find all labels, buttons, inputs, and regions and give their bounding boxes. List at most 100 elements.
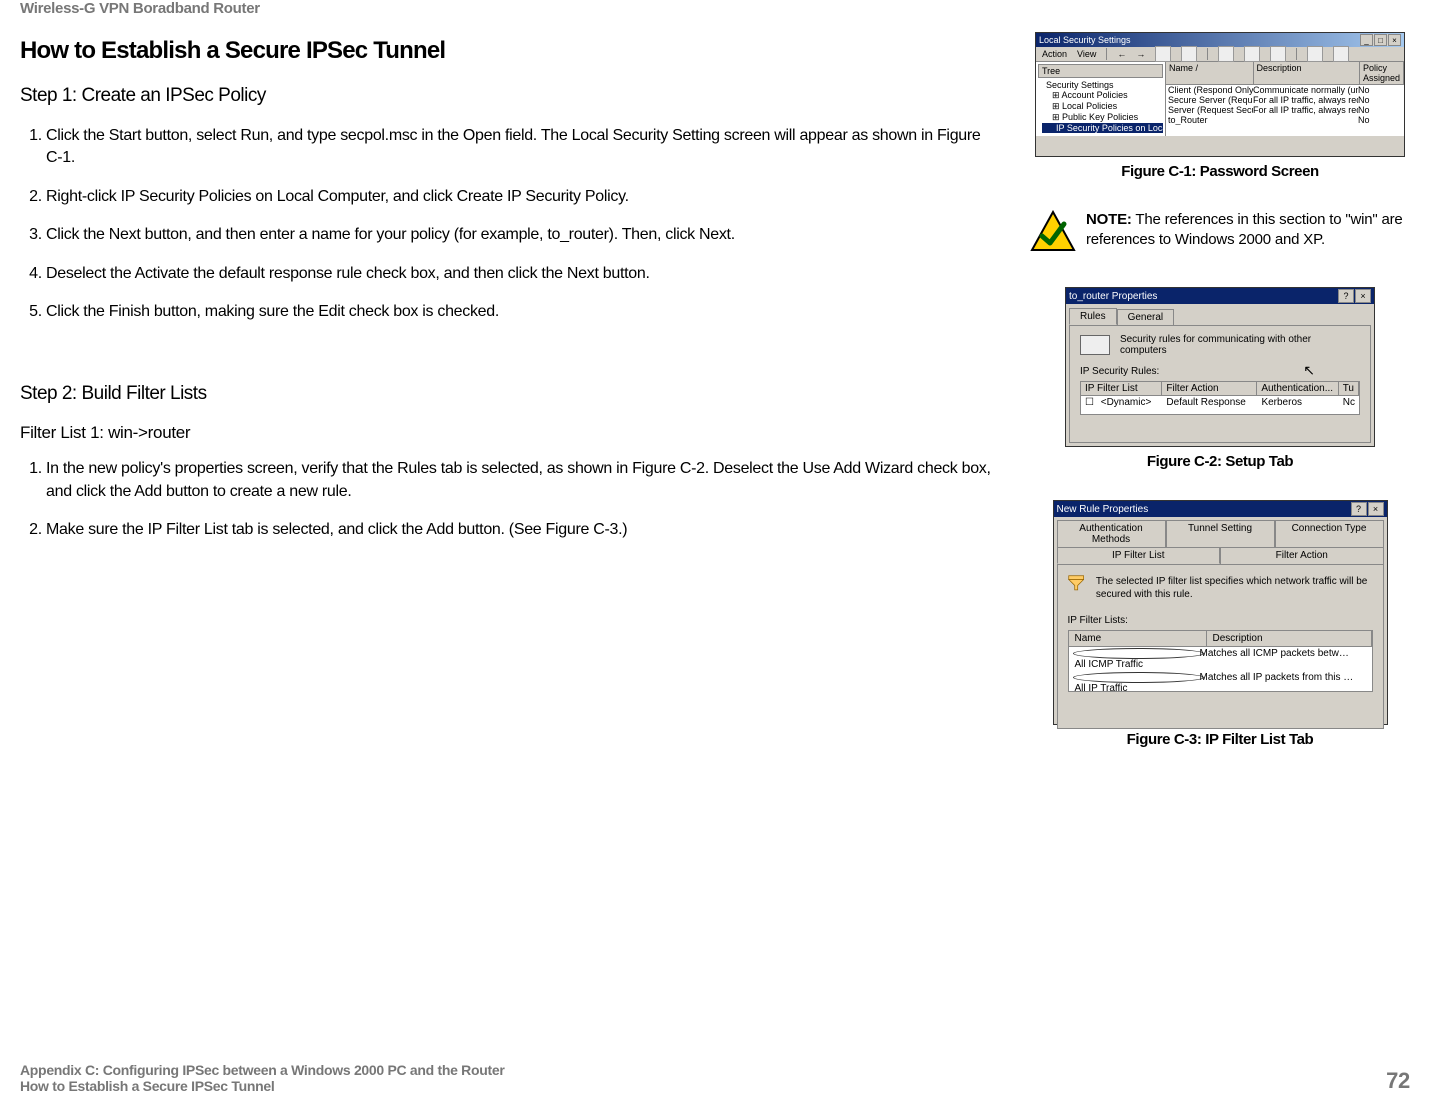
col-filter-action[interactable]: Filter Action bbox=[1162, 382, 1257, 395]
tab-auth-methods[interactable]: Authentication Methods bbox=[1057, 520, 1166, 547]
check-warning-icon bbox=[1030, 210, 1076, 257]
nav-back-icon[interactable]: ← bbox=[1117, 49, 1126, 59]
tab-ip-filter-list[interactable]: IP Filter List bbox=[1057, 547, 1221, 564]
radio-icon[interactable] bbox=[1073, 648, 1204, 659]
filter-icon bbox=[1068, 575, 1084, 597]
maximize-icon[interactable]: □ bbox=[1374, 34, 1387, 46]
radio-icon[interactable] bbox=[1073, 672, 1204, 683]
minimize-icon[interactable]: _ bbox=[1360, 34, 1373, 46]
tab-general[interactable]: General bbox=[1117, 309, 1175, 325]
right-column: Local Security Settings _ □ × Action Vie… bbox=[1030, 17, 1410, 1099]
col-desc[interactable]: Description bbox=[1254, 62, 1360, 84]
step2-subtitle: Filter List 1: win->router bbox=[20, 423, 1000, 443]
filter-table[interactable]: Name Description All ICMP Traffic Matche… bbox=[1068, 630, 1373, 692]
toolbar-icon[interactable] bbox=[1333, 46, 1349, 62]
step1-list: Click the Start button, select Run, and … bbox=[20, 125, 1000, 323]
toolbar-icon[interactable] bbox=[1218, 46, 1234, 62]
note-block: NOTE: The references in this section to … bbox=[1030, 210, 1410, 257]
tree-item[interactable]: Security Settings bbox=[1038, 80, 1163, 90]
tree-header: Tree bbox=[1038, 64, 1163, 78]
col-name[interactable]: Name / bbox=[1166, 62, 1254, 84]
tab-strip[interactable]: Authentication Methods Tunnel Setting Co… bbox=[1054, 517, 1387, 564]
tab-panel: The selected IP filter list specifies wh… bbox=[1057, 564, 1384, 729]
note-label: NOTE: bbox=[1086, 211, 1132, 228]
note-body: The references in this section to "win" … bbox=[1086, 211, 1403, 248]
tree-item[interactable]: ⊞ Public Key Policies bbox=[1038, 112, 1163, 123]
close-icon[interactable]: × bbox=[1368, 502, 1384, 516]
section-title: How to Establish a Secure IPSec Tunnel bbox=[20, 37, 1000, 65]
table-row[interactable]: All ICMP Traffic Matches all ICMP packet… bbox=[1069, 647, 1372, 671]
list-item: Right-click IP Security Policies on Loca… bbox=[46, 186, 1000, 208]
titlebar: Local Security Settings _ □ × bbox=[1036, 33, 1404, 47]
menubar[interactable]: Action View ← → bbox=[1036, 47, 1404, 62]
tab-rules[interactable]: Rules bbox=[1069, 308, 1117, 325]
col-policy[interactable]: Policy Assigned bbox=[1360, 62, 1404, 84]
close-icon[interactable]: × bbox=[1388, 34, 1401, 46]
toolbar-icon[interactable] bbox=[1155, 46, 1171, 62]
step2-title: Step 2: Build Filter Lists bbox=[20, 383, 1000, 405]
table-row[interactable]: All IP Traffic Matches all IP packets fr… bbox=[1069, 671, 1372, 695]
col-filter-list[interactable]: IP Filter List bbox=[1081, 382, 1162, 395]
col-auth[interactable]: Authentication... bbox=[1257, 382, 1338, 395]
titlebar: to_router Properties ? × bbox=[1066, 288, 1374, 304]
list-item: Deselect the Activate the default respon… bbox=[46, 263, 1000, 285]
toolbar-icon[interactable] bbox=[1181, 46, 1197, 62]
footer-line2: How to Establish a Secure IPSec Tunnel bbox=[20, 1078, 505, 1094]
tab-panel: Security rules for communicating with ot… bbox=[1069, 325, 1371, 443]
figure-c3-caption: Figure C-3: IP Filter List Tab bbox=[1030, 731, 1410, 748]
rules-table[interactable]: IP Filter List Filter Action Authenticat… bbox=[1080, 381, 1360, 415]
close-icon[interactable]: × bbox=[1355, 289, 1371, 303]
dialog-title: to_router Properties bbox=[1069, 291, 1157, 302]
figure-c1-caption: Figure C-1: Password Screen bbox=[1030, 163, 1410, 180]
list-row[interactable]: Secure Server (Requir…For all IP traffic… bbox=[1166, 95, 1404, 105]
list-item: Click the Start button, select Run, and … bbox=[46, 125, 1000, 170]
figure-c2-caption: Figure C-2: Setup Tab bbox=[1030, 453, 1410, 470]
step2-list: In the new policy's properties screen, v… bbox=[20, 458, 1000, 541]
toolbar-icon[interactable] bbox=[1270, 46, 1286, 62]
menu-view[interactable]: View bbox=[1077, 49, 1096, 59]
tab-tunnel-setting[interactable]: Tunnel Setting bbox=[1166, 520, 1275, 547]
window-controls[interactable]: _ □ × bbox=[1360, 34, 1401, 46]
help-icon[interactable]: ? bbox=[1351, 502, 1367, 516]
nav-fwd-icon[interactable]: → bbox=[1136, 49, 1145, 59]
cursor-icon: ↖ bbox=[1303, 362, 1315, 379]
window-title: Local Security Settings bbox=[1039, 35, 1131, 45]
list-item: Click the Next button, and then enter a … bbox=[46, 224, 1000, 246]
tab-filter-action[interactable]: Filter Action bbox=[1220, 547, 1384, 564]
tree-item-selected[interactable]: IP Security Policies on Local Machine bbox=[1042, 123, 1163, 133]
list-row[interactable]: Server (Request Secu…For all IP traffic,… bbox=[1166, 105, 1404, 115]
toolbar-icon[interactable] bbox=[1307, 46, 1323, 62]
figure-c1-window: Local Security Settings _ □ × Action Vie… bbox=[1035, 32, 1405, 157]
page-footer: Appendix C: Configuring IPSec between a … bbox=[20, 1062, 1410, 1094]
computers-icon bbox=[1080, 335, 1110, 355]
titlebar: New Rule Properties ? × bbox=[1054, 501, 1387, 517]
tree-item[interactable]: ⊞ Local Policies bbox=[1038, 101, 1163, 112]
toolbar-icon[interactable] bbox=[1244, 46, 1260, 62]
col-tu[interactable]: Tu bbox=[1339, 382, 1359, 395]
tab-strip[interactable]: Rules General bbox=[1066, 304, 1374, 325]
col-name[interactable]: Name bbox=[1069, 631, 1207, 646]
list-item: Click the Finish button, making sure the… bbox=[46, 301, 1000, 323]
list-row[interactable]: to_RouterNo bbox=[1166, 115, 1404, 125]
window-controls[interactable]: ? × bbox=[1338, 289, 1371, 303]
col-desc[interactable]: Description bbox=[1207, 631, 1372, 646]
table-header[interactable]: Name Description bbox=[1069, 631, 1372, 647]
page-number: 72 bbox=[1386, 1068, 1410, 1094]
table-row[interactable]: ☐ <Dynamic> Default Response Kerberos Nc bbox=[1081, 396, 1359, 409]
step1-title: Step 1: Create an IPSec Policy bbox=[20, 85, 1000, 107]
list-header[interactable]: Name / Description Policy Assigned bbox=[1166, 62, 1404, 85]
help-icon[interactable]: ? bbox=[1338, 289, 1354, 303]
list-pane[interactable]: Name / Description Policy Assigned Clien… bbox=[1166, 62, 1404, 136]
tab-connection-type[interactable]: Connection Type bbox=[1275, 520, 1384, 547]
list-item: Make sure the IP Filter List tab is sele… bbox=[46, 519, 1000, 541]
footer-line1: Appendix C: Configuring IPSec between a … bbox=[20, 1062, 505, 1078]
window-controls[interactable]: ? × bbox=[1351, 502, 1384, 516]
menu-action[interactable]: Action bbox=[1042, 49, 1067, 59]
table-header[interactable]: IP Filter List Filter Action Authenticat… bbox=[1081, 382, 1359, 396]
panel-sub: IP Security Rules: bbox=[1080, 366, 1360, 377]
left-column: How to Establish a Secure IPSec Tunnel S… bbox=[20, 17, 1000, 1099]
tree-pane[interactable]: Tree Security Settings ⊞ Account Policie… bbox=[1036, 62, 1166, 136]
list-row[interactable]: Client (Respond Only)Communicate normall… bbox=[1166, 85, 1404, 95]
tree-item[interactable]: ⊞ Account Policies bbox=[1038, 90, 1163, 101]
panel-desc: Security rules for communicating with ot… bbox=[1120, 334, 1360, 356]
